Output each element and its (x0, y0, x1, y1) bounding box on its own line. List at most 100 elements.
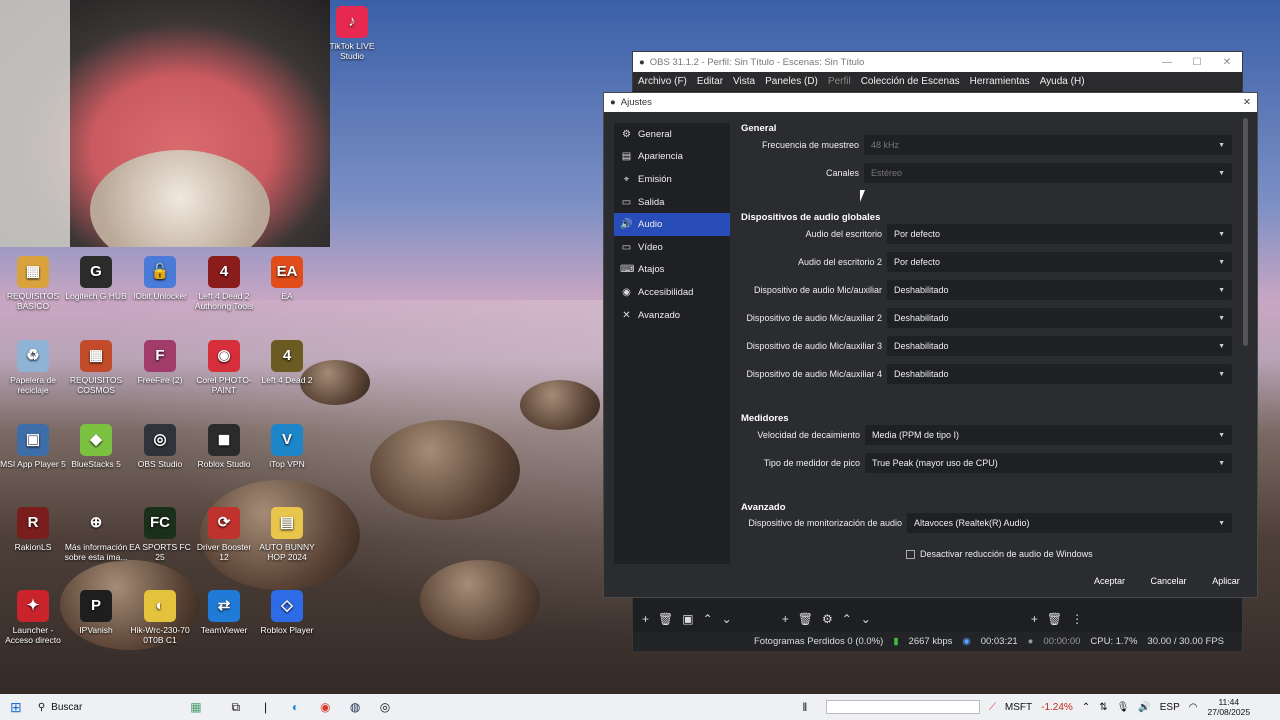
obs-taskbar-icon[interactable]: ◎ (370, 700, 400, 714)
desktop-icon[interactable]: ◼ Roblox Studio (191, 424, 257, 469)
menu-coleccion-escenas[interactable]: Colección de Escenas (861, 76, 960, 87)
language-indicator[interactable]: ESP (1160, 702, 1180, 713)
desktop-icon[interactable]: ▤ AUTO BUNNY HOP 2024 (254, 507, 320, 562)
disable-ducking-checkbox[interactable]: Desactivar reducción de audio de Windows (906, 549, 1093, 559)
accept-button[interactable]: Aceptar (1082, 571, 1137, 590)
app-icon: ◎ (144, 424, 176, 456)
desktop-icon[interactable]: P IPVanish (63, 590, 129, 635)
desktop-icon[interactable]: 🔓 IObit Unlocker (127, 256, 193, 301)
menu-vista[interactable]: Vista (733, 76, 755, 87)
source-up-icon[interactable]: ⌃ (842, 612, 852, 626)
sidebar-item-atajos[interactable]: ⌨ Atajos (614, 259, 730, 282)
desktop-icon[interactable]: ♻ Papelera de reciclaje (0, 340, 66, 395)
setting-dropdown[interactable]: Deshabilitado ▼ (887, 280, 1232, 300)
menu-editar[interactable]: Editar (697, 76, 723, 87)
desktop-icon-label: Logitech G HUB (65, 291, 127, 301)
edge-icon[interactable]: ◐ (281, 700, 311, 714)
app-icon: ⊕ (89, 514, 103, 531)
desktop-icon[interactable]: ◎ OBS Studio (127, 424, 193, 469)
setting-dropdown[interactable]: Deshabilitado ▼ (887, 364, 1232, 384)
desktop-icon[interactable]: ◇ Roblox Player (254, 590, 320, 635)
setting-dropdown[interactable]: Deshabilitado ▼ (887, 336, 1232, 356)
volume-icon[interactable]: 🔊 (1138, 702, 1150, 713)
setting-dropdown[interactable]: Estéreo ▼ (864, 163, 1232, 183)
close-button[interactable]: ✕ (1212, 57, 1242, 68)
desktop-icon[interactable]: ⟳ Driver Booster 12 (191, 507, 257, 562)
add-source-icon[interactable]: + (782, 612, 789, 626)
setting-dropdown[interactable]: True Peak (mayor uso de CPU) ▼ (865, 453, 1232, 473)
desktop-icon[interactable]: G Logitech G HUB (63, 256, 129, 301)
setting-dropdown[interactable]: Altavoces (Realtek(R) Audio) ▼ (907, 513, 1232, 533)
setting-dropdown[interactable]: Deshabilitado ▼ (887, 308, 1232, 328)
menu-ayuda[interactable]: Ayuda (H) (1040, 76, 1085, 87)
desktop-icon[interactable]: ♪ TikTok LIVE Studio (319, 6, 385, 61)
checkbox-box[interactable] (906, 549, 915, 559)
source-down-icon[interactable]: ⌄ (861, 612, 871, 626)
sidebar-item-avanzado[interactable]: ✕ Avanzado (614, 304, 730, 327)
setting-dropdown[interactable]: Por defecto ▼ (887, 224, 1232, 244)
desktop-icon[interactable]: ViTop VPN (254, 424, 320, 469)
sidebar-item-audio[interactable]: 🔊 Audio (614, 213, 730, 236)
setting-dropdown[interactable]: Media (PPM de tipo I) ▼ (865, 425, 1232, 445)
move-up-icon[interactable]: ⌃ (703, 612, 713, 626)
desktop-icon[interactable]: ⊕ Más información sobre esta ima... (63, 507, 129, 562)
desktop-icon[interactable]: ⇄ TeamViewer (191, 590, 257, 635)
desktop-icon[interactable]: ◉ Corel PHOTO-PAINT (191, 340, 257, 395)
remove-mixer-icon[interactable]: 🗑 (1047, 612, 1062, 626)
network-icon[interactable]: ⇅ (1099, 702, 1107, 713)
clock[interactable]: 11:44 27/08/2025 (1208, 697, 1251, 717)
wifi-icon[interactable]: ◠ (1189, 702, 1198, 713)
chrome-icon[interactable]: ◉ (310, 700, 340, 714)
minimize-button[interactable]: — (1152, 57, 1182, 68)
remove-scene-icon[interactable]: 🗑 (658, 612, 673, 626)
settings-scrollbar[interactable] (1243, 118, 1248, 346)
desktop-icon[interactable]: ◆ BlueStacks 5 (63, 424, 129, 469)
sidebar-item-emisión[interactable]: ⌖ Emisión (614, 168, 730, 191)
desktop-icon[interactable]: ✦ Launcher - Acceso directo (0, 590, 66, 645)
menu-paneles[interactable]: Paneles (D) (765, 76, 818, 87)
menu-herramientas[interactable]: Herramientas (970, 76, 1030, 87)
taskbar-search[interactable]: ⚲ Buscar (32, 702, 171, 713)
desktop-icon[interactable]: ◐ Hik-Wrc-230-70 0T0B C1 (127, 590, 193, 645)
add-mixer-icon[interactable]: + (1031, 612, 1038, 626)
widgets-icon[interactable]: ▦ (171, 700, 221, 714)
desktop-icon[interactable]: ▦ REQUISITOS BASICO (0, 256, 66, 311)
more-options-icon[interactable]: ⋮ (1071, 612, 1083, 626)
chevron-up-icon[interactable]: ⌃ (1082, 702, 1090, 713)
desktop-icon[interactable]: 4 Left 4 Dead 2 Authoring Tools (191, 256, 257, 311)
sidebar-item-salida[interactable]: ▭ Salida (614, 191, 730, 214)
desktop-icon-label: IObit Unlocker (133, 291, 187, 301)
menu-perfil[interactable]: Perfil (828, 76, 851, 87)
steam-icon[interactable]: ◍ (340, 700, 370, 714)
sidebar-item-apariencia[interactable]: ▤ Apariencia (614, 146, 730, 169)
setting-dropdown[interactable]: 48 kHz ▼ (864, 135, 1232, 155)
cancel-button[interactable]: Cancelar (1141, 571, 1196, 590)
stock-ticker[interactable]: MSFT (1005, 702, 1032, 713)
close-icon[interactable]: ✕ (1237, 97, 1257, 108)
move-down-icon[interactable]: ⌄ (722, 612, 732, 626)
desktop-icon[interactable]: ▦ REQUISITOS COSMOS (63, 340, 129, 395)
desktop-icon[interactable]: R RakionLS (0, 507, 66, 552)
desktop-icon[interactable]: ▣ MSI App Player 5 (0, 424, 66, 469)
maximize-button[interactable]: ☐ (1182, 57, 1212, 68)
desktop-icon[interactable]: FC EA SPORTS FC 25 (127, 507, 193, 562)
sidebar-item-accesibilidad[interactable]: ◉ Accesibilidad (614, 281, 730, 304)
filter-icon[interactable]: ▣ (682, 612, 693, 626)
file-explorer-icon[interactable]: | (251, 700, 281, 714)
sidebar-item-general[interactable]: ⚙ General (614, 123, 730, 146)
desktop-icon[interactable]: F FreeFire (2) (127, 340, 193, 385)
fps-readout: 30.00 / 30.00 FPS (1147, 636, 1224, 647)
taskbar-address-field[interactable] (825, 700, 980, 714)
task-view-icon[interactable]: ⧉ (221, 700, 251, 715)
source-settings-icon[interactable]: ⚙ (822, 612, 833, 626)
mic-icon[interactable]: 🎙 (1117, 702, 1130, 713)
apply-button[interactable]: Aplicar (1200, 571, 1252, 590)
desktop-icon[interactable]: 4 Left 4 Dead 2 (254, 340, 320, 385)
windows-start-icon[interactable]: ⊞ (0, 699, 32, 716)
desktop-icon[interactable]: EA EA (254, 256, 320, 301)
sidebar-item-vídeo[interactable]: ▭ Vídeo (614, 236, 730, 259)
add-scene-icon[interactable]: + (642, 612, 649, 626)
menu-archivo[interactable]: Archivo (F) (638, 76, 687, 87)
setting-dropdown[interactable]: Por defecto ▼ (887, 252, 1232, 272)
remove-source-icon[interactable]: 🗑 (798, 612, 813, 626)
